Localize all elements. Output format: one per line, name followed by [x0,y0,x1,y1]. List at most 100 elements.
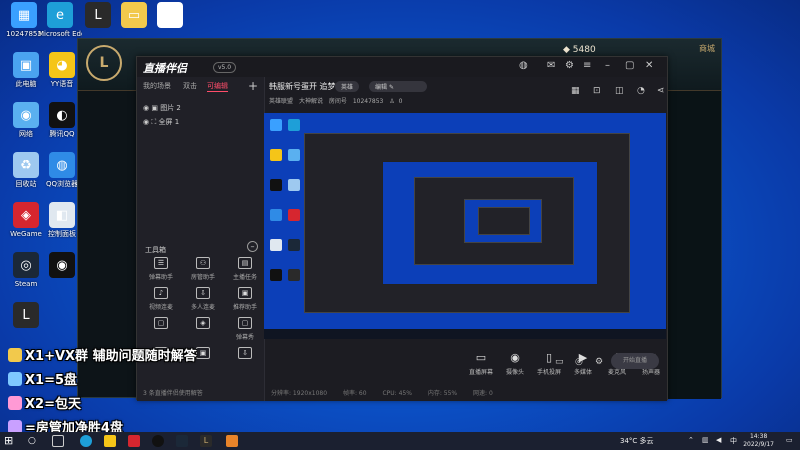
tool-label: 弹幕助手 [148,274,173,281]
maximize-icon[interactable]: ▢ [625,60,634,71]
camera-small-icon[interactable]: ▭ [555,357,564,367]
edge-taskbar-icon[interactable] [80,435,92,447]
caption-line: X1=5盘 [8,369,77,388]
source-item-fullscreen[interactable]: ◉ ⛶ 全屏 1 [143,117,179,127]
message-icon[interactable]: ✉ [547,60,555,71]
desktop-icon[interactable]: ▯ [148,2,192,30]
preview-icon [288,179,300,191]
desktop-app-icon: ◐ [49,102,75,128]
toolbox-collapse-icon[interactable]: – [247,241,258,252]
bell-icon[interactable]: ◔ [637,86,645,96]
gear-small-icon[interactable]: ⚙ [595,357,603,367]
desktop-icon-label: Steam [14,280,38,288]
qq-taskbar-icon[interactable] [152,435,164,447]
tray-chevron-icon[interactable]: ⌃ [688,436,694,444]
image-icon: ▣ [151,104,158,112]
notification-icon[interactable]: ▭ [786,436,793,444]
record-icon[interactable]: ▦ [571,86,580,96]
share-icon[interactable]: ⋖ [657,86,665,96]
preview-icon [288,149,300,161]
toolbox-item[interactable]: ☰ 弹幕助手 [141,257,181,281]
desktop-icon-label: Microsoft Edge [38,30,82,38]
live-companion-taskbar-icon[interactable] [226,435,238,447]
lock-icon[interactable]: ⊡ [593,86,601,96]
wegame-taskbar-icon[interactable] [128,435,140,447]
toolbox-item[interactable]: ⚇ 房管助手 [183,257,223,281]
desktop-app-icon: ◉ [49,252,75,278]
tool-icon: ▢ [154,317,168,329]
network-icon[interactable]: ▥ [702,436,709,444]
desktop-app-icon: ◈ [13,202,39,228]
preview-icon [270,209,282,221]
stream-preview[interactable] [264,113,666,339]
help-footer[interactable]: 3 条直播伴侣使用解答 [143,388,203,397]
status-memory: 内存: 55% [427,390,458,397]
shop-button[interactable]: 商城 [699,43,715,54]
toolbox-item[interactable]: ◈ [183,317,223,332]
grid-icon[interactable]: ◫ [615,86,624,96]
meta-room-number[interactable]: 10247853 [353,98,384,105]
source-label: 图片 2 [160,104,181,112]
game-currency: ◆ 5480 [563,45,596,55]
toolbox-item[interactable]: ▢ [141,317,181,332]
volume-icon[interactable]: ◀ [716,436,721,444]
tool-label: 弹幕秀 [235,334,254,341]
caption-text: X2=包天 [25,397,81,412]
clock-time: 14:38 [749,433,768,440]
toolbox-title: 工具箱 [145,246,166,254]
record-small-icon[interactable]: ◎ [575,357,583,367]
desktop-icon[interactable]: L [4,302,48,330]
menu-icon[interactable]: ≡ [583,60,591,71]
windows-start-icon[interactable]: ⊞ [4,435,16,447]
version-badge[interactable]: v5.0 [213,62,237,73]
stream-meta: 英雄联盟 大神解说 房间号 10247853 ♙ 0 [269,96,407,105]
close-icon[interactable]: ✕ [645,60,653,71]
stream-title[interactable]: 韩服新号蛋开 追梦 [269,81,336,92]
coin-count: 5480 [572,45,596,55]
status-fps: 帧率: 60 [342,390,367,397]
settings-icon[interactable]: ⚙ [565,60,574,71]
edit-label: 编辑 [375,84,388,91]
category-pill[interactable]: 英雄 [335,81,360,92]
toolbox-item[interactable]: ⇩ [225,347,265,362]
tool-icon: ☰ [154,257,168,269]
desktop-app-icon: L [85,2,111,28]
taskbar-clock[interactable]: 14:38 2022/9/17 [743,433,774,449]
game-logo[interactable]: L [86,45,122,81]
avatar-icon[interactable]: ◍ [519,60,528,71]
tab-double-click[interactable]: 双击 [183,81,197,91]
edit-pill[interactable]: 编辑 ✎ [369,81,427,92]
tool-icon: ♪ [154,287,168,299]
toolbox-item[interactable]: ▢ 弹幕秀 [225,317,265,341]
toolbox-item[interactable]: ♪ 视频连麦 [141,287,181,311]
toolbox-item[interactable]: ▤ 主播任务 [225,257,265,281]
input-language[interactable]: 中 [730,436,737,446]
lol-taskbar-icon[interactable]: L [200,435,212,447]
folder-taskbar-icon[interactable] [104,435,116,447]
caption-text: X1+VX群 辅助问题随时解答 [25,349,197,364]
task-view-icon[interactable] [52,435,64,447]
start-live-button[interactable]: 开始直播 [611,353,659,369]
add-scene-icon[interactable]: + [248,79,258,93]
tool-icon: ▣ [238,287,252,299]
steam-taskbar-icon[interactable] [176,435,188,447]
source-toolbar: ▭直播屏幕◉摄像头▯手机投屏▶多媒体♪麦克风◀扬声器 ▭ ◎ ⚙ 开始直播 分辨… [265,345,667,401]
eye-icon[interactable]: ◉ [143,118,149,126]
weather-text[interactable]: 34°C 多云 [620,436,654,446]
tab-my-scenes[interactable]: 我的场景 [143,81,171,91]
source-item-image[interactable]: ◉ ▣ 图片 2 [143,103,181,113]
toolbox-item[interactable]: ⇩ 多人连麦 [183,287,223,311]
tool-icon: ⇩ [196,287,210,299]
toolbox-item[interactable]: ▣ 推荐助手 [225,287,265,311]
minimize-icon[interactable]: – [605,60,610,71]
meta-game: 英雄联盟 [269,98,294,105]
tool-label: 视频连麦 [148,304,173,311]
status-resolution: 分辨率: 1920x1080 [271,390,328,397]
desktop-app-icon: e [47,2,73,28]
eye-icon[interactable]: ◉ [143,104,149,112]
search-icon[interactable]: ○ [28,435,40,447]
preview-icon [270,119,282,131]
tab-editable[interactable]: 可编辑 [207,81,228,92]
tool-icon: ▢ [238,317,252,329]
preview-nested-window-3 [478,207,530,235]
